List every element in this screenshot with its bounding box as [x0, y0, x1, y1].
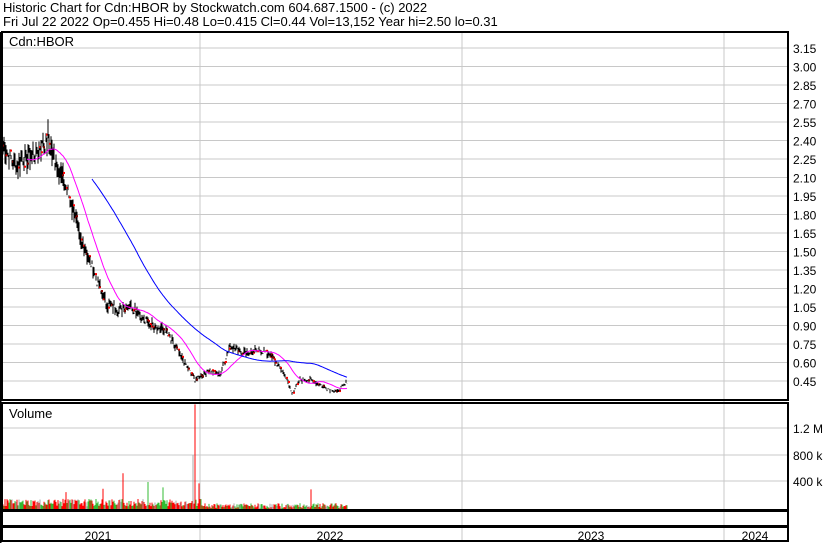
close-marker: [108, 306, 110, 309]
price-tick-label: 0.75: [793, 338, 817, 352]
grid: [2, 32, 788, 541]
symbol-label: Cdn:HBOR: [9, 34, 74, 49]
panel-border: [1, 526, 789, 542]
price-tick-label: 2.85: [793, 79, 817, 93]
close-marker: [63, 171, 65, 174]
price-tick-label: 1.65: [793, 227, 817, 241]
close-marker: [288, 380, 290, 383]
year-label: 2024: [742, 529, 769, 543]
close-marker: [41, 151, 43, 154]
year-label: 2021: [85, 529, 112, 543]
panel-border: [1, 510, 789, 527]
close-marker: [69, 196, 71, 199]
price-tick-label: 2.10: [793, 172, 817, 186]
close-marker: [24, 165, 26, 168]
price-tick-label: 1.35: [793, 264, 817, 278]
volume-bars: [2, 404, 348, 509]
price-tick-label: 2.55: [793, 116, 817, 130]
close-marker: [95, 273, 97, 276]
short-moving-average-line: [26, 148, 348, 390]
close-marker: [286, 376, 288, 379]
price-tick-label: 0.60: [793, 357, 817, 371]
close-marker: [297, 383, 299, 386]
price-tick-label: 3.15: [793, 42, 817, 56]
close-marker: [73, 204, 75, 207]
price-tick-label: 1.95: [793, 190, 817, 204]
panel-border: [1, 31, 789, 401]
price-tick-label: 2.25: [793, 153, 817, 167]
long-moving-average-line: [91, 178, 348, 378]
price-bars: [2, 119, 348, 395]
price-tick-label: 0.90: [793, 320, 817, 334]
volume-tick-label: 400 k: [793, 475, 823, 489]
volume-tick-label: 1.2 M: [793, 422, 823, 436]
price-tick-label: 0.45: [793, 375, 817, 389]
year-label: 2023: [578, 529, 605, 543]
close-marker: [10, 149, 12, 152]
stock-chart: Historic Chart for Cdn:HBOR by Stockwatc…: [0, 0, 830, 543]
price-tick-label: 2.40: [793, 135, 817, 149]
price-tick-label: 1.50: [793, 246, 817, 260]
panel-border: [1, 402, 789, 511]
price-tick-label: 3.00: [793, 61, 817, 75]
price-tick-label: 1.20: [793, 283, 817, 297]
year-label: 2022: [317, 529, 344, 543]
price-tick-label: 2.70: [793, 98, 817, 112]
chart-canvas: Cdn:HBOR Volume 3.15 3.00 2.85 2.70 2.55 2.40…: [0, 31, 823, 543]
close-marker: [274, 358, 276, 361]
price-tick-label: 1.05: [793, 301, 817, 315]
close-marker: [225, 360, 227, 363]
price-tick-label: 1.80: [793, 209, 817, 223]
volume-label: Volume: [9, 406, 52, 421]
volume-tick-label: 800 k: [793, 449, 823, 463]
chart-frame: [0, 31, 789, 543]
